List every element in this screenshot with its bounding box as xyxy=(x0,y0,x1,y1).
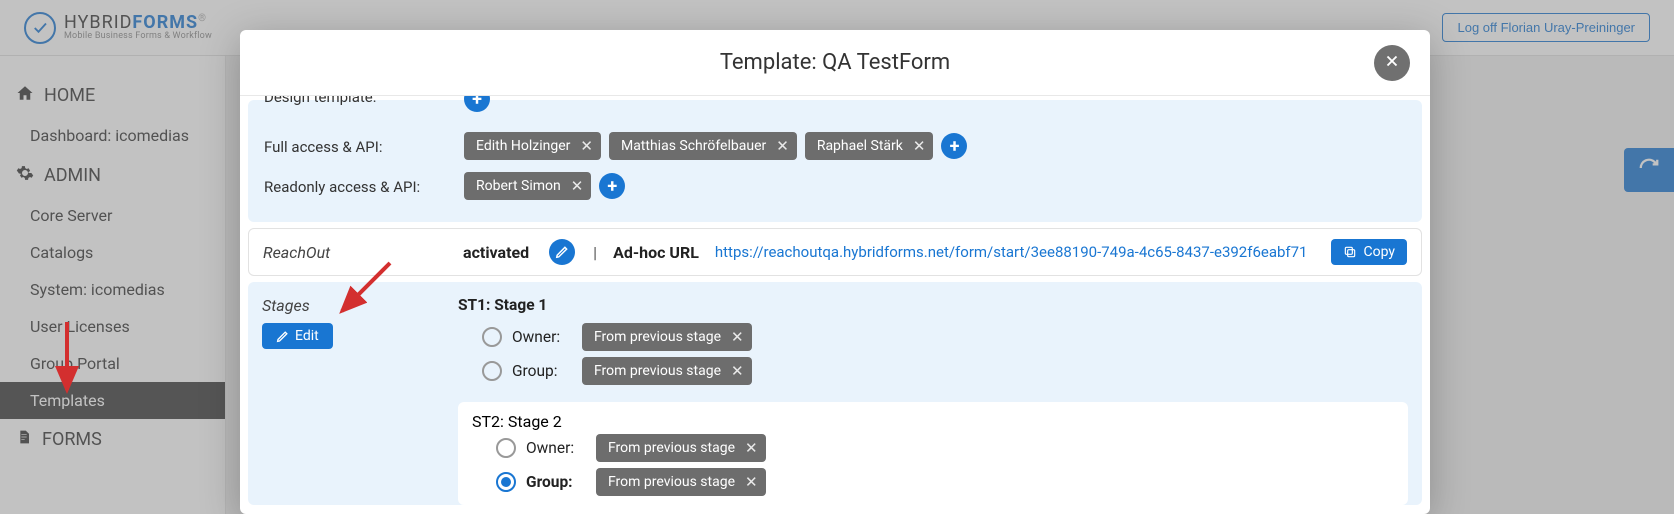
reachout-row: ReachOut activated | Ad-hoc URL https://… xyxy=(248,228,1422,276)
chip-user: Edith Holzinger✕ xyxy=(464,132,601,160)
remove-chip-icon[interactable]: ✕ xyxy=(580,137,593,155)
remove-chip-icon[interactable]: ✕ xyxy=(776,137,789,155)
stage-2-title: ST2: Stage 2 xyxy=(472,412,1394,431)
copy-icon xyxy=(1343,245,1357,259)
readonly-access-label: Readonly access & API: xyxy=(264,172,464,196)
remove-chip-icon[interactable]: ✕ xyxy=(571,177,584,195)
remove-chip-icon[interactable]: ✕ xyxy=(745,439,758,457)
readonly-access-chips: Robert Simon✕ + xyxy=(464,172,625,200)
adhoc-url-label: Ad-hoc URL xyxy=(613,243,699,262)
stage-1-block: ST1: Stage 1 Owner: From previous stage✕… xyxy=(458,290,1408,398)
reachout-title: ReachOut xyxy=(263,243,453,262)
owner-label: Owner: xyxy=(526,439,586,457)
stage2-group-radio[interactable] xyxy=(496,472,516,492)
pencil-icon xyxy=(555,245,569,259)
remove-chip-icon[interactable]: ✕ xyxy=(745,473,758,491)
group-label: Group: xyxy=(526,473,586,491)
chip-user: Robert Simon✕ xyxy=(464,172,591,200)
remove-chip-icon[interactable]: ✕ xyxy=(731,362,744,380)
full-access-label: Full access & API: xyxy=(264,132,464,156)
remove-chip-icon[interactable]: ✕ xyxy=(731,328,744,346)
modal-header: Template: QA TestForm xyxy=(240,30,1430,96)
copy-url-button[interactable]: Copy xyxy=(1331,239,1407,265)
stage1-group-radio[interactable] xyxy=(482,361,502,381)
group-label: Group: xyxy=(512,362,572,380)
stages-title: Stages xyxy=(262,296,444,315)
adhoc-url-link[interactable]: https://reachoutqa.hybridforms.net/form/… xyxy=(715,243,1322,261)
edit-reachout-button[interactable] xyxy=(549,239,575,265)
owner-chip: From previous stage✕ xyxy=(582,323,752,351)
close-icon xyxy=(1383,51,1401,75)
stages-panel: Stages Edit ST1: Stage 1 Owner: From pre… xyxy=(248,282,1422,505)
stage1-owner-radio[interactable] xyxy=(482,327,502,347)
separator: | xyxy=(593,243,597,262)
add-full-access-button[interactable]: + xyxy=(941,133,967,159)
modal-title: Template: QA TestForm xyxy=(264,50,1406,75)
pencil-icon xyxy=(276,330,289,343)
chip-user: Raphael Stärk✕ xyxy=(805,132,934,160)
stage-1-title: ST1: Stage 1 xyxy=(458,296,1408,314)
group-chip: From previous stage✕ xyxy=(582,357,752,385)
full-access-chips: Edith Holzinger✕ Matthias Schröfelbauer✕… xyxy=(464,132,967,160)
modal-body: Design template: + Full access & API: Ed… xyxy=(240,96,1430,514)
owner-chip: From previous stage✕ xyxy=(596,434,766,462)
design-template-label: Design template: xyxy=(264,96,376,106)
stage-2-block: ST2: Stage 2 Owner: From previous stage✕… xyxy=(458,402,1408,505)
modal-close-button[interactable] xyxy=(1374,45,1410,81)
chip-user: Matthias Schröfelbauer✕ xyxy=(609,132,797,160)
edit-stages-button[interactable]: Edit xyxy=(262,323,333,349)
access-panel: Design template: + Full access & API: Ed… xyxy=(248,100,1422,222)
template-modal: Template: QA TestForm Design template: +… xyxy=(240,30,1430,514)
stage2-owner-radio[interactable] xyxy=(496,438,516,458)
reachout-status: activated xyxy=(463,243,529,262)
owner-label: Owner: xyxy=(512,328,572,346)
group-chip: From previous stage✕ xyxy=(596,468,766,496)
add-readonly-access-button[interactable]: + xyxy=(599,173,625,199)
remove-chip-icon[interactable]: ✕ xyxy=(913,137,926,155)
add-design-template-button[interactable]: + xyxy=(464,96,490,112)
